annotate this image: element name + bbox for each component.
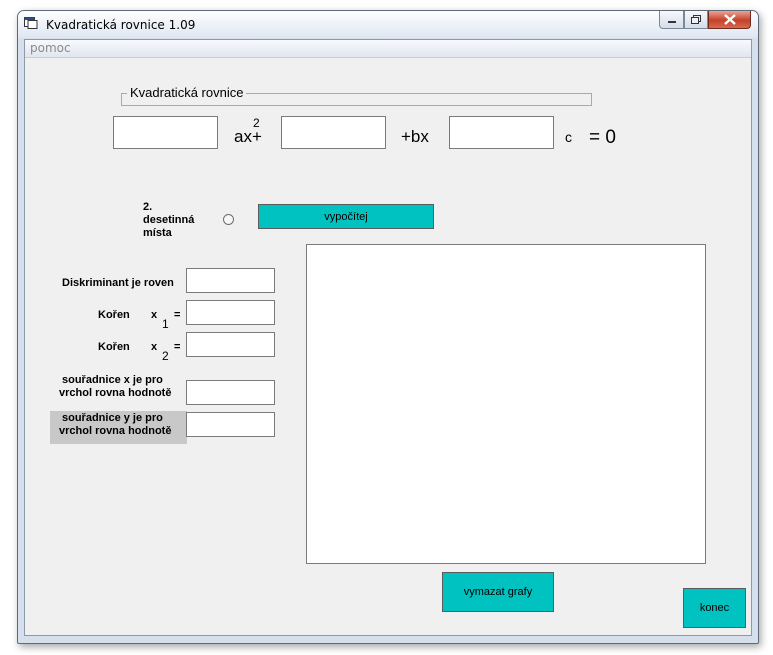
equals-zero: = 0 xyxy=(589,127,616,148)
vertex-x-output[interactable] xyxy=(186,380,275,405)
vertex-x-label-line2: vrchol rovna hodnotě xyxy=(59,387,172,399)
root2-subscript: 2 xyxy=(162,349,169,363)
root1-subscript: 1 xyxy=(162,317,169,331)
graph-canvas[interactable] xyxy=(306,244,706,564)
close-button[interactable] xyxy=(708,11,751,29)
vertex-x-label-line1: souřadnice x je pro xyxy=(62,374,163,386)
discriminant-output[interactable] xyxy=(186,268,275,293)
term-bx: +bx xyxy=(401,127,429,146)
minimize-button[interactable] xyxy=(659,11,684,29)
term-ax: ax+ xyxy=(234,127,262,146)
app-window: Kvadratická rovnice 1.09 pomoc Kvadratic… xyxy=(17,10,759,644)
coefficient-a-input[interactable] xyxy=(113,116,218,149)
decimal-label-line2: desetinná xyxy=(143,214,195,226)
restore-icon xyxy=(691,15,701,24)
app-icon xyxy=(24,17,38,29)
vertex-y-label-line1: souřadnice y je pro xyxy=(62,412,163,424)
root1-equals: = xyxy=(174,309,181,321)
group-label: Kvadratická rovnice xyxy=(127,85,247,100)
root1-label: Kořen xyxy=(98,309,130,321)
minimize-icon xyxy=(667,20,676,23)
root1-var: x xyxy=(151,309,158,321)
client-area: pomoc Kvadratická rovnice 2 ax+ +bx c = … xyxy=(24,39,752,636)
vertex-y-label-line2: vrchol rovna hodnotě xyxy=(59,425,172,437)
decimal-places-radio[interactable] xyxy=(223,214,234,225)
window-title: Kvadratická rovnice 1.09 xyxy=(46,18,196,32)
root1-output[interactable] xyxy=(186,300,275,325)
restore-button[interactable] xyxy=(684,11,708,29)
clear-graphs-button[interactable]: vymazat grafy xyxy=(442,572,554,612)
close-icon xyxy=(723,14,736,25)
title-bar[interactable]: Kvadratická rovnice 1.09 xyxy=(18,11,758,38)
calculate-button[interactable]: vypočítej xyxy=(258,204,434,229)
menu-item-help[interactable]: pomoc xyxy=(30,41,71,55)
vertex-y-output[interactable] xyxy=(186,412,275,437)
root2-equals: = xyxy=(174,341,181,353)
root2-var: x xyxy=(151,341,158,353)
exit-button[interactable]: konec xyxy=(683,588,746,628)
root2-label: Kořen xyxy=(98,341,130,353)
coefficient-c-input[interactable] xyxy=(449,116,554,149)
coefficient-b-input[interactable] xyxy=(281,116,386,149)
decimal-label-line3: místa xyxy=(143,227,172,239)
discriminant-label: Diskriminant je roven xyxy=(62,277,174,289)
decimal-label-line1: 2. xyxy=(143,201,153,213)
term-c: c xyxy=(565,129,572,145)
menu-bar: pomoc xyxy=(25,40,751,58)
root2-output[interactable] xyxy=(186,332,275,357)
